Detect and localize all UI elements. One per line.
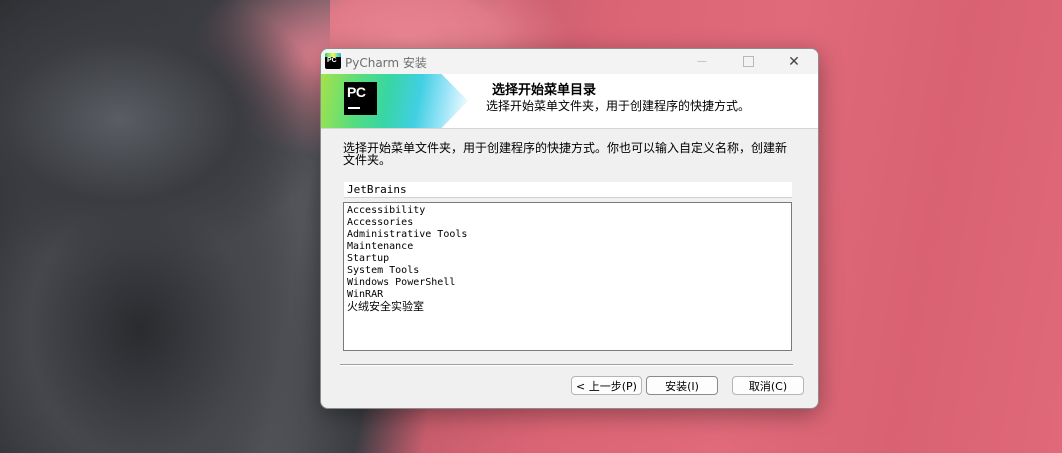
minimize-icon: —	[697, 56, 707, 67]
maximize-icon	[742, 56, 754, 67]
list-item[interactable]: 火绒安全实验室	[347, 301, 791, 313]
page-subtitle: 选择开始菜单文件夹，用于创建程序的快捷方式。	[486, 99, 751, 113]
start-menu-folder-list[interactable]: Accessibility Accessories Administrative…	[343, 202, 792, 351]
back-button[interactable]: < 上一步(P)	[571, 376, 642, 395]
list-item[interactable]: System Tools	[347, 265, 791, 277]
pycharm-logo: PC	[344, 82, 377, 115]
list-item[interactable]: Windows PowerShell	[347, 277, 791, 289]
cancel-button[interactable]: 取消(C)	[732, 376, 804, 395]
list-item[interactable]: Accessibility	[347, 205, 791, 217]
instructions-text: 选择开始菜单文件夹，用于创建程序的快捷方式。你也可以输入自定义名称，创建新文件夹…	[343, 141, 788, 167]
close-icon: ✕	[788, 53, 800, 70]
list-item[interactable]: Startup	[347, 253, 791, 265]
window-title: PyCharm 安装	[345, 56, 427, 70]
start-menu-folder-input[interactable]	[344, 182, 792, 198]
installer-dialog: PC PyCharm 安装 — ✕ PC 选择开始菜单目录 选择开始菜单文件夹，…	[320, 48, 819, 409]
close-button[interactable]: ✕	[771, 49, 817, 74]
list-item[interactable]: Maintenance	[347, 241, 791, 253]
page-title: 选择开始菜单目录	[492, 83, 597, 98]
install-button[interactable]: 安装(I)	[646, 376, 718, 395]
wizard-header: PC 选择开始菜单目录 选择开始菜单文件夹，用于创建程序的快捷方式。	[321, 74, 818, 129]
desktop-background: PC PyCharm 安装 — ✕ PC 选择开始菜单目录 选择开始菜单文件夹，…	[0, 0, 1062, 453]
list-item[interactable]: Accessories	[347, 217, 791, 229]
maximize-button[interactable]	[725, 49, 771, 74]
title-bar[interactable]: PC PyCharm 安装 — ✕	[321, 49, 818, 74]
list-item[interactable]: Administrative Tools	[347, 229, 791, 241]
minimize-button[interactable]: —	[679, 49, 725, 74]
footer-divider	[340, 364, 793, 366]
pycharm-app-icon: PC	[325, 53, 341, 69]
